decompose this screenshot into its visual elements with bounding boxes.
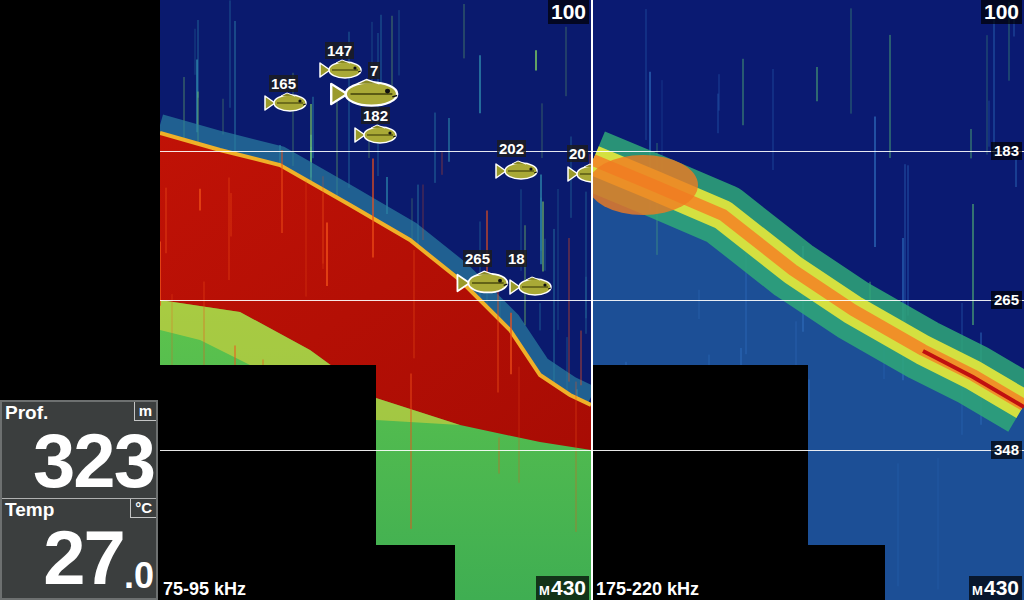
fish-icon [494, 160, 540, 182]
fish-icon [353, 124, 399, 146]
fish-icon [455, 270, 511, 296]
temp-decimal: .0 [124, 557, 154, 595]
sonar-panel: 100 75-95 kHz M 430 147 165 7 182 202 20 265 18 [160, 0, 591, 600]
fish-icon [328, 78, 402, 110]
fish-depth-label: 265 [463, 250, 492, 267]
temp-value: 27 [43, 521, 124, 595]
fish-depth-label: 20 [567, 145, 588, 162]
depth-unit: m [134, 402, 156, 421]
frequency-label: 75-95 kHz [160, 578, 249, 600]
sonar-view: 100 75-95 kHz M 430 147 165 7 182 202 20 265 18… [160, 0, 1024, 600]
fish-depth-label: 182 [361, 107, 390, 124]
fish-icon [318, 59, 364, 81]
block-mask [808, 545, 885, 600]
fish-depth-label: 165 [269, 75, 298, 92]
depth-line-label: 348 [991, 441, 1022, 459]
block-mask [160, 365, 376, 600]
depth-line-label: 183 [991, 142, 1022, 160]
fish-depth-label: 202 [497, 140, 526, 157]
depth-value: 323 [2, 424, 156, 498]
mode-label: M [972, 582, 983, 600]
readout-panel: Prof. m 323 Temp °C 27 .0 [0, 400, 158, 600]
left-rail: Prof. m 323 Temp °C 27 .0 [0, 0, 160, 600]
depth-line-label: 265 [991, 291, 1022, 309]
temp-unit: °C [130, 499, 156, 518]
mode-label: M [539, 582, 550, 600]
block-mask [376, 545, 455, 600]
depth-label: Prof. [2, 402, 48, 424]
top-depth-label: 100 [981, 0, 1022, 24]
fish-depth-label: 147 [325, 42, 354, 59]
temp-label: Temp [2, 499, 54, 521]
fish-depth-label: 7 [368, 62, 380, 79]
fish-depth-label: 18 [506, 250, 527, 267]
fish-icon [566, 163, 591, 185]
fish-icon [263, 92, 309, 114]
block-mask [593, 365, 808, 600]
bottom-depth-label: 430 [551, 576, 586, 600]
frequency-label: 175-220 kHz [593, 578, 702, 600]
depth-line [160, 151, 1024, 152]
top-depth-label: 100 [548, 0, 589, 24]
depth-line [160, 450, 1024, 451]
depth-line [160, 300, 1024, 301]
fish-icon [508, 276, 554, 298]
bottom-depth-label: 430 [984, 576, 1019, 600]
sonar-panel: 100 175-220 kHz M 430 [593, 0, 1024, 600]
